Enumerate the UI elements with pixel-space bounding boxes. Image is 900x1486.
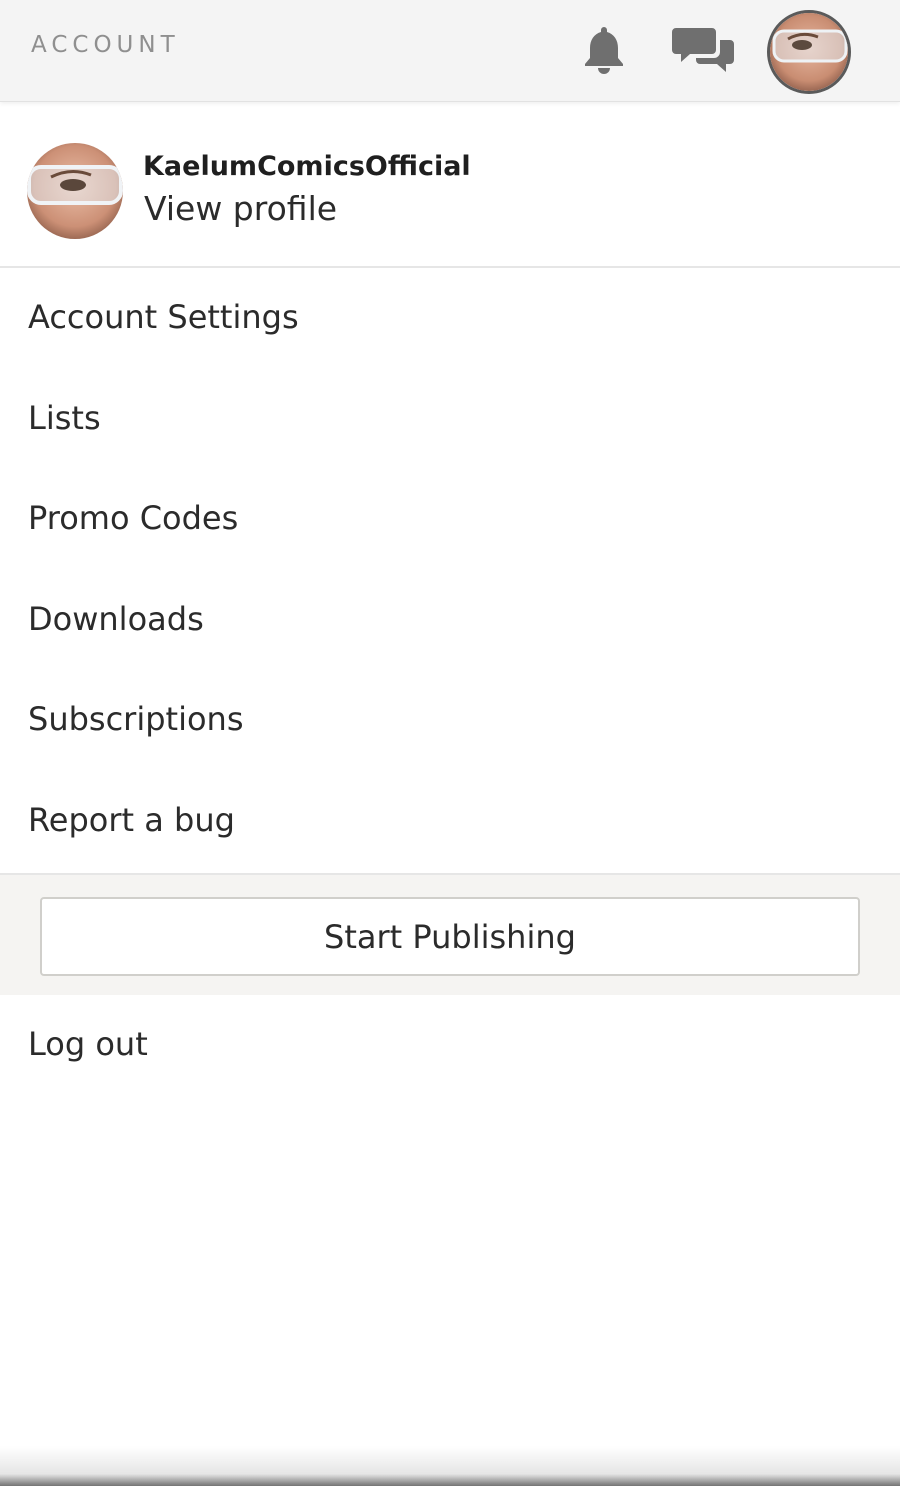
menu-item-label: Promo Codes	[28, 499, 239, 537]
menu-item-label: Account Settings	[28, 298, 299, 336]
menu-item-label: Lists	[28, 399, 101, 437]
logout-item[interactable]: Log out	[0, 995, 900, 1095]
menu-item-promo-codes[interactable]: Promo Codes	[0, 469, 900, 569]
avatar	[27, 143, 123, 239]
view-profile-link[interactable]: View profile	[144, 189, 337, 228]
logout-label: Log out	[28, 1025, 148, 1063]
chat-bubbles-icon[interactable]	[672, 24, 736, 74]
start-publishing-button[interactable]: Start Publishing	[40, 897, 860, 976]
menu-item-report-bug[interactable]: Report a bug	[0, 771, 900, 871]
app-header: ACCOUNT	[0, 0, 900, 102]
menu-item-downloads[interactable]: Downloads	[0, 570, 900, 670]
avatar-photo-icon	[27, 143, 123, 239]
menu-item-subscriptions[interactable]: Subscriptions	[0, 670, 900, 770]
header-title: ACCOUNT	[31, 32, 180, 58]
avatar-photo-icon	[770, 13, 848, 91]
menu-item-label: Downloads	[28, 600, 204, 638]
profile-username: KaelumComicsOfficial	[143, 151, 471, 182]
menu-item-account-settings[interactable]: Account Settings	[0, 268, 900, 368]
profile-card[interactable]: KaelumComicsOfficial View profile	[0, 103, 900, 268]
menu-item-label: Report a bug	[28, 801, 235, 839]
publish-section: Start Publishing	[0, 873, 900, 995]
header-avatar[interactable]	[767, 10, 851, 94]
menu-item-label: Subscriptions	[28, 700, 244, 738]
menu-item-lists[interactable]: Lists	[0, 369, 900, 469]
account-menu-page: ACCOUNT KaelumComicsOfficial View profil…	[0, 0, 900, 1486]
bottom-edge-shadow	[0, 1446, 900, 1486]
account-menu-list: Account Settings Lists Promo Codes Downl…	[0, 268, 900, 872]
bell-icon[interactable]	[580, 24, 628, 76]
